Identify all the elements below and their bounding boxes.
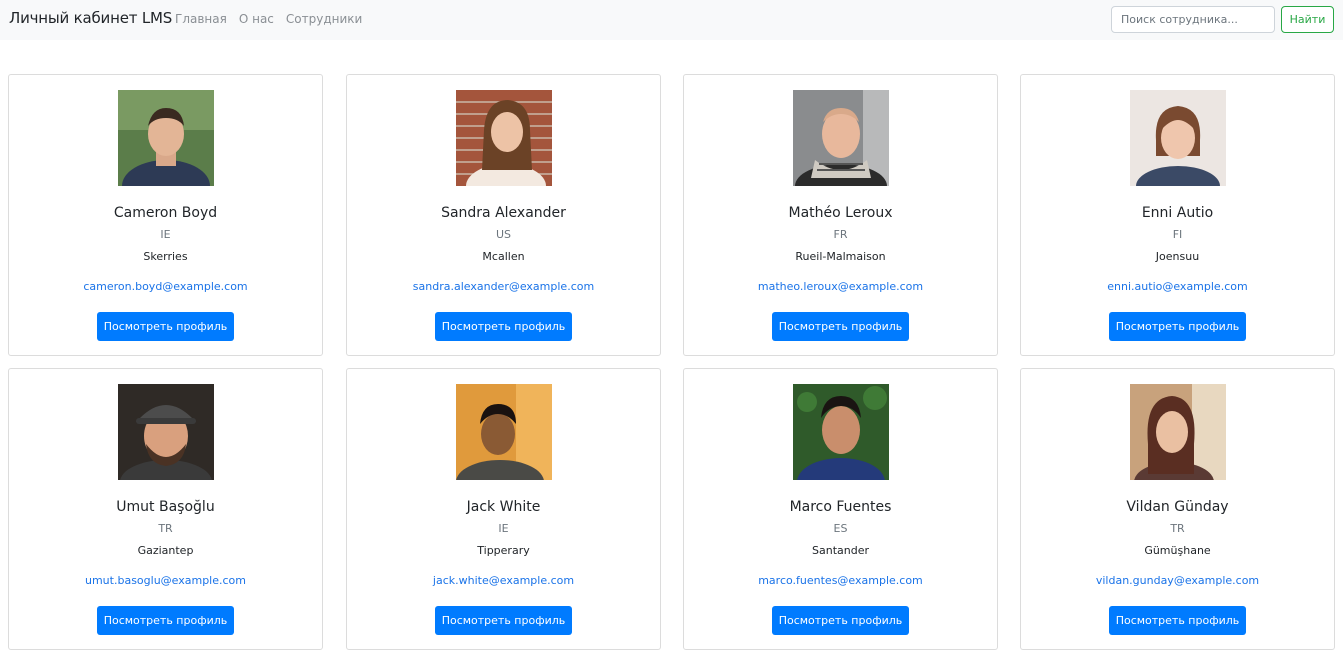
employee-email-link[interactable]: sandra.alexander@example.com <box>347 280 660 293</box>
employee-country: IE <box>160 228 171 241</box>
employee-city: Mcallen <box>482 250 525 263</box>
employee-name: Cameron Boyd <box>113 205 218 221</box>
employee-email-link[interactable]: jack.white@example.com <box>347 574 660 587</box>
employee-country: ES <box>833 522 848 535</box>
avatar <box>1130 384 1226 480</box>
employee-card: Umut Başoğlu TR Gaziantep umut.basoglu@e… <box>8 368 323 650</box>
avatar <box>118 90 214 186</box>
brand-title[interactable]: Личный кабинет LMS <box>9 9 172 27</box>
view-profile-button[interactable]: Посмотреть профиль <box>435 312 572 341</box>
avatar <box>793 90 889 186</box>
employee-name: Sandra Alexander <box>441 205 566 221</box>
avatar <box>456 384 552 480</box>
employee-email-link[interactable]: vildan.gunday@example.com <box>1021 574 1334 587</box>
employee-city: Santander <box>812 544 869 557</box>
employee-card: Mathéo Leroux FR Rueil-Malmaison matheo.… <box>683 74 998 356</box>
employee-name: Vildan Günday <box>1126 499 1229 515</box>
employee-name: Mathéo Leroux <box>788 205 893 221</box>
nav-link-employees[interactable]: Сотрудники <box>286 12 362 26</box>
employee-email-link[interactable]: cameron.boyd@example.com <box>9 280 322 293</box>
employee-card: Sandra Alexander US Mcallen sandra.alexa… <box>346 74 661 356</box>
employee-email-link[interactable]: matheo.leroux@example.com <box>684 280 997 293</box>
view-profile-button[interactable]: Посмотреть профиль <box>435 606 572 635</box>
employee-card: Marco Fuentes ES Santander marco.fuentes… <box>683 368 998 650</box>
employee-card: Cameron Boyd IE Skerries cameron.boyd@ex… <box>8 74 323 356</box>
employee-city: Joensuu <box>1155 250 1200 263</box>
avatar <box>456 90 552 186</box>
employee-country: IE <box>498 522 509 535</box>
employee-city: Skerries <box>143 250 188 263</box>
employee-name: Enni Autio <box>1141 205 1214 221</box>
employee-country: TR <box>158 522 173 535</box>
view-profile-button[interactable]: Посмотреть профиль <box>1109 312 1246 341</box>
employee-card: Enni Autio FI Joensuu enni.autio@example… <box>1020 74 1335 356</box>
view-profile-button[interactable]: Посмотреть профиль <box>772 312 909 341</box>
employee-city: Tipperary <box>477 544 530 557</box>
search-button[interactable]: Найти <box>1281 6 1334 33</box>
navbar: Личный кабинет LMS Главная О нас Сотрудн… <box>0 0 1343 40</box>
employee-name: Marco Fuentes <box>789 499 892 515</box>
employee-city: Gaziantep <box>137 544 194 557</box>
employee-city: Rueil-Malmaison <box>795 250 886 263</box>
employee-country: US <box>495 228 512 241</box>
employee-country: FI <box>1172 228 1183 241</box>
employee-name: Jack White <box>466 499 541 515</box>
employee-country: TR <box>1170 522 1185 535</box>
avatar <box>793 384 889 480</box>
employee-name: Umut Başoğlu <box>116 499 215 515</box>
employee-card: Vildan Günday TR Gümüşhane vildan.gunday… <box>1020 368 1335 650</box>
employee-city: Gümüşhane <box>1144 544 1211 557</box>
employee-email-link[interactable]: enni.autio@example.com <box>1021 280 1334 293</box>
view-profile-button[interactable]: Посмотреть профиль <box>97 606 234 635</box>
employee-card: Jack White IE Tipperary jack.white@examp… <box>346 368 661 650</box>
view-profile-button[interactable]: Посмотреть профиль <box>97 312 234 341</box>
employee-email-link[interactable]: marco.fuentes@example.com <box>684 574 997 587</box>
avatar <box>1130 90 1226 186</box>
nav-links: Главная О нас Сотрудники <box>175 12 362 26</box>
nav-link-about[interactable]: О нас <box>239 12 274 26</box>
avatar <box>118 384 214 480</box>
employee-email-link[interactable]: umut.basoglu@example.com <box>9 574 322 587</box>
view-profile-button[interactable]: Посмотреть профиль <box>1109 606 1246 635</box>
search-input[interactable] <box>1111 6 1275 33</box>
employee-country: FR <box>833 228 848 241</box>
nav-link-home[interactable]: Главная <box>175 12 227 26</box>
view-profile-button[interactable]: Посмотреть профиль <box>772 606 909 635</box>
